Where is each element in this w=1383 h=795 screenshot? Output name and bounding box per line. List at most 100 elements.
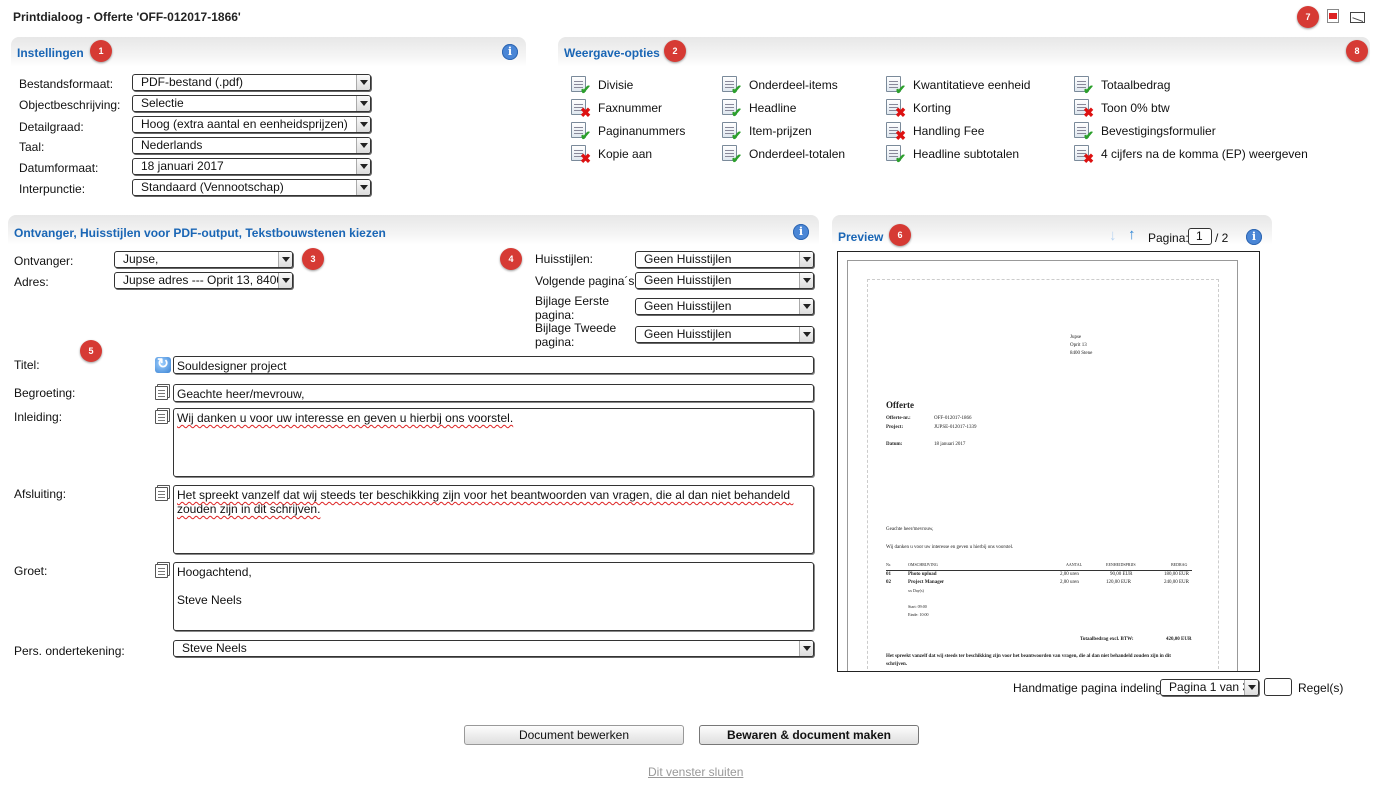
- option-onderdeel-totalen[interactable]: ✔ Onderdeel-totalen: [721, 145, 845, 165]
- option-kopie-aan[interactable]: ✖ Kopie aan: [570, 145, 652, 165]
- text-block-icon[interactable]: [155, 487, 168, 501]
- volgende-paginas-select[interactable]: Geen Huisstijlen: [635, 272, 814, 289]
- option-faxnummer[interactable]: ✖ Faxnummer: [570, 99, 662, 119]
- option-label: 4 cijfers na de komma (EP) weergeven: [1101, 147, 1308, 161]
- pv-th-nr: Nr.: [886, 562, 891, 567]
- arrow-up-icon[interactable]: ↑: [1128, 226, 1136, 243]
- option-kwantitatieve-eenheid[interactable]: ✔ Kwantitatieve eenheid: [885, 76, 1031, 96]
- instellingen-title: Instellingen: [17, 46, 84, 60]
- text-block-icon[interactable]: [155, 410, 168, 424]
- bijlage-tweede-select[interactable]: Geen Huisstijlen: [635, 326, 814, 343]
- refresh-icon[interactable]: [155, 355, 171, 373]
- edit-document-button[interactable]: Document bewerken: [464, 725, 684, 745]
- pv-address-2: Oprit 13: [1070, 343, 1087, 348]
- pv-r0-price: 90,00 EUR: [1110, 572, 1133, 577]
- pv-r0-qty: 2,00 uren: [1060, 572, 1079, 577]
- option-item-prijzen[interactable]: ✔ Item-prijzen: [721, 122, 812, 142]
- option-totaalbedrag[interactable]: ✔ Totaalbedrag: [1073, 76, 1170, 96]
- option-enabled-icon[interactable]: ✔: [885, 76, 906, 96]
- pv-th-desc: OMSCHRIJVING: [908, 562, 938, 567]
- begroeting-input[interactable]: Geachte heer/mevrouw,: [173, 384, 814, 402]
- page-number-input[interactable]: 1: [1188, 228, 1212, 245]
- option-enabled-icon[interactable]: ✔: [570, 122, 591, 142]
- pv-r1-price: 120,00 EUR: [1106, 580, 1131, 585]
- ondertekening-select[interactable]: Steve Neels: [173, 640, 814, 657]
- option-disabled-icon[interactable]: ✖: [1073, 99, 1094, 119]
- huisstijlen-select[interactable]: Geen Huisstijlen: [635, 251, 814, 268]
- option-label: Toon 0% btw: [1101, 101, 1170, 115]
- groet-label: Groet:: [14, 564, 48, 578]
- preview-frame[interactable]: Jupse Oprit 13 8400 Stene Offerte Offert…: [837, 251, 1260, 672]
- bijlage-eerste-label: Bijlage Eerste pagina:: [535, 294, 610, 322]
- info-icon[interactable]: i: [793, 224, 809, 240]
- pv-greeting: Geachte heer/mevrouw,: [886, 527, 934, 532]
- afsluiting-textarea[interactable]: Het spreekt vanzelf dat wij steeds ter b…: [173, 485, 814, 554]
- option-enabled-icon[interactable]: ✔: [885, 145, 906, 165]
- option-disabled-icon[interactable]: ✖: [570, 99, 591, 119]
- option-bevestigingsformulier[interactable]: ✔ Bevestigingsformulier: [1073, 122, 1216, 142]
- pv-meta-k2: Datum:: [886, 442, 903, 447]
- option-divisie[interactable]: ✔ Divisie: [570, 76, 633, 96]
- option-enabled-icon[interactable]: ✔: [721, 99, 742, 119]
- ontvanger-title: Ontvanger, Huisstijlen voor PDF-output, …: [14, 226, 386, 240]
- option-paginanummers[interactable]: ✔ Paginanummers: [570, 122, 685, 142]
- option-label: Korting: [913, 101, 952, 115]
- ontvanger-select[interactable]: Jupse,: [114, 251, 293, 268]
- badge-5: 5: [80, 340, 102, 362]
- bestandsformaat-select[interactable]: PDF-bestand (.pdf): [132, 74, 371, 91]
- arrow-down-icon[interactable]: ↓: [1109, 227, 1117, 244]
- detailgraad-select[interactable]: Hoog (extra aantal en eenheidsprijzen): [132, 116, 371, 133]
- inleiding-textarea[interactable]: Wij danken u voor uw interesse en geven …: [173, 408, 814, 477]
- pv-r0-nr: 01: [886, 572, 891, 577]
- pv-total-value: 420,00 EUR: [1166, 637, 1192, 642]
- chevron-down-icon: [799, 327, 813, 342]
- badge-7: 7: [1297, 6, 1319, 28]
- titel-input[interactable]: Souldesigner project: [173, 356, 814, 374]
- bijlage-eerste-select[interactable]: Geen Huisstijlen: [635, 298, 814, 315]
- option-label: Kwantitatieve eenheid: [913, 78, 1031, 92]
- interpunctie-select[interactable]: Standaard (Vennootschap): [132, 179, 371, 196]
- option-headline-subtotalen[interactable]: ✔ Headline subtotalen: [885, 145, 1019, 165]
- option-headline[interactable]: ✔ Headline: [721, 99, 796, 119]
- option-enabled-icon[interactable]: ✔: [721, 76, 742, 96]
- pv-meta-k0: Offerte-nr.:: [886, 416, 911, 421]
- pv-r1-amount: 240,00 EUR: [1164, 580, 1189, 585]
- save-document-button[interactable]: Bewaren & document maken: [699, 725, 919, 745]
- option-korting[interactable]: ✖ Korting: [885, 99, 952, 119]
- adres-select[interactable]: Jupse adres --- Oprit 13, 8400 Stene: [114, 272, 293, 289]
- option-enabled-icon[interactable]: ✔: [721, 122, 742, 142]
- mail-icon[interactable]: [1350, 11, 1365, 23]
- page-title: Printdialoog - Offerte 'OFF-012017-1866': [13, 10, 241, 24]
- option-disabled-icon[interactable]: ✖: [1073, 145, 1094, 165]
- manual-layout-select[interactable]: Pagina 1 van 3: [1160, 679, 1259, 696]
- option-enabled-icon[interactable]: ✔: [721, 145, 742, 165]
- option-4-cijfers-na-de-komma-ep-weergeven[interactable]: ✖ 4 cijfers na de komma (EP) weergeven: [1073, 145, 1308, 165]
- pdf-icon[interactable]: [1327, 9, 1339, 23]
- badge-6: 6: [889, 224, 911, 246]
- pv-th-price: EENHEIDSPRIJS: [1106, 562, 1136, 567]
- option-disabled-icon[interactable]: ✖: [885, 122, 906, 142]
- ontvanger-label: Ontvanger:: [14, 254, 74, 268]
- chevron-down-icon: [278, 273, 292, 288]
- option-disabled-icon[interactable]: ✖: [570, 145, 591, 165]
- close-window-link[interactable]: Dit venster sluiten: [648, 765, 743, 779]
- option-toon-0-btw[interactable]: ✖ Toon 0% btw: [1073, 99, 1170, 119]
- option-onderdeel-items[interactable]: ✔ Onderdeel-items: [721, 76, 838, 96]
- text-block-icon[interactable]: [155, 386, 168, 400]
- objectbeschrijving-select[interactable]: Selectie: [132, 95, 371, 112]
- option-enabled-icon[interactable]: ✔: [570, 76, 591, 96]
- info-icon[interactable]: i: [502, 44, 518, 60]
- datumformaat-select[interactable]: 18 januari 2017: [132, 158, 371, 175]
- regel-input[interactable]: [1264, 678, 1292, 696]
- option-enabled-icon[interactable]: ✔: [1073, 122, 1094, 142]
- option-disabled-icon[interactable]: ✖: [885, 99, 906, 119]
- taal-select[interactable]: Nederlands: [132, 137, 371, 154]
- bijlage-tweede-label: Bijlage Tweede pagina:: [535, 321, 617, 349]
- option-enabled-icon[interactable]: ✔: [1073, 76, 1094, 96]
- pv-meta-v0: OFF-012017-1866: [934, 416, 972, 421]
- chevron-down-icon: [799, 641, 813, 656]
- option-handling-fee[interactable]: ✖ Handling Fee: [885, 122, 984, 142]
- info-icon[interactable]: i: [1246, 229, 1262, 245]
- groet-textarea[interactable]: Hoogachtend, Steve Neels: [173, 562, 814, 631]
- text-block-icon[interactable]: [155, 564, 168, 578]
